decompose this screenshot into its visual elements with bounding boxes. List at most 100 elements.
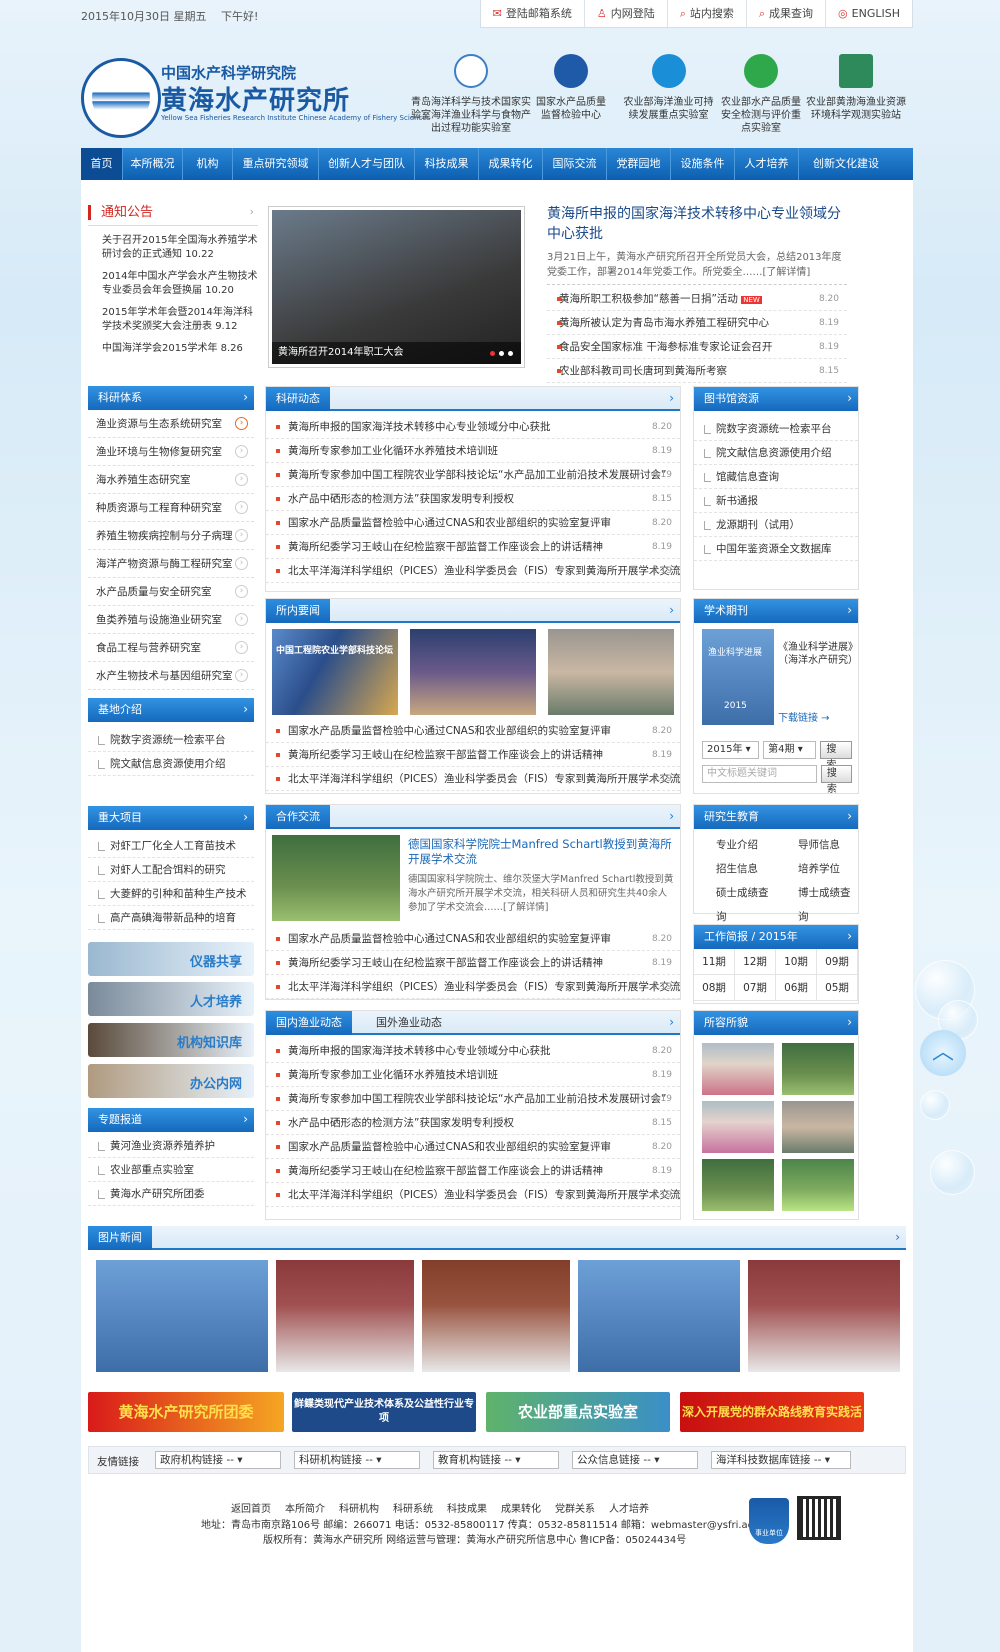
back-to-top-button[interactable]: ︿ <box>920 1030 966 1076</box>
lab-link-5[interactable]: 农业部黄渤海渔业资源环境科学观测实验站 <box>806 54 906 122</box>
chevron-right-icon[interactable]: › <box>847 929 852 943</box>
lab-link-3[interactable]: 农业部海洋渔业可持续发展重点实验室 <box>621 54 716 122</box>
footer-link[interactable]: 本所简介 <box>285 1500 325 1515</box>
journal-name[interactable]: 《渔业科学进展》（海洋水产研究） <box>778 641 858 667</box>
chevron-right-icon[interactable]: › <box>243 702 248 716</box>
news-photo[interactable] <box>96 1260 268 1372</box>
research-item[interactable]: 养殖生物疾病控制与分子病理 › <box>88 522 254 550</box>
campus-photo[interactable] <box>702 1101 774 1153</box>
year-select[interactable]: 2015年 ▾ <box>702 741 760 759</box>
research-item[interactable]: 海洋产物资源与酶工程研究室 › <box>88 550 254 578</box>
news-photo[interactable] <box>422 1260 570 1372</box>
read-more-link[interactable]: [了解详情] <box>762 267 810 278</box>
industry-system-banner[interactable]: 鲜鲽类现代产业技术体系及公益性行业专项 <box>292 1392 476 1432</box>
research-item[interactable]: 食品工程与营养研究室 › <box>88 634 254 662</box>
list-item[interactable]: 新书通报 <box>694 489 858 513</box>
list-item[interactable]: 黄海所申报的国家海洋技术转移中心专业领域分中心获批 8.20 <box>266 1039 680 1063</box>
list-item[interactable]: 黄海所专家参加工业化循环水养殖技术培训班 8.19 <box>266 1063 680 1087</box>
key-lab-banner[interactable]: 农业部重点实验室 <box>486 1392 670 1432</box>
grad-link[interactable]: 培养学位 <box>776 857 858 881</box>
campus-photo[interactable] <box>702 1043 774 1095</box>
chevron-right-icon[interactable]: › <box>243 810 248 824</box>
footer-link[interactable]: 科技成果 <box>447 1500 487 1515</box>
nav-culture[interactable]: 创新文化建设 <box>799 148 893 180</box>
notice-item[interactable]: 2014年中国水产学会水产生物技术专业委员会年会暨换届 10.20 <box>88 262 258 298</box>
notice-item[interactable]: 2015年学术年会暨2014年海洋科学技术奖颁奖大会注册表 9.12 <box>88 298 258 334</box>
english-link[interactable]: ◎ ENGLISH <box>825 0 912 27</box>
footer-link[interactable]: 人才培养 <box>609 1500 649 1515</box>
email-login-link[interactable]: ✉ 登陆邮箱系统 <box>481 0 584 27</box>
slide-dots[interactable] <box>490 351 513 356</box>
list-item[interactable]: 黄海所申报的国家海洋技术转移中心专业领域分中心获批 8.20 <box>266 415 680 439</box>
grad-link[interactable]: 博士成绩查询 <box>776 881 858 923</box>
issue-link[interactable]: 05期 <box>817 975 858 1001</box>
nav-research-areas[interactable]: 重点研究领域 <box>233 148 319 180</box>
nav-about[interactable]: 本所概况 <box>123 148 183 180</box>
keyword-input[interactable]: 中文标题关键词 <box>702 765 817 783</box>
coop-headline[interactable]: 德国国家科学院院士Manfred Schartl教授到黄海所开展学术交流 <box>408 837 674 867</box>
news-photo[interactable] <box>748 1260 900 1372</box>
list-item[interactable]: 院数字资源统一检索平台 <box>694 417 858 441</box>
list-item[interactable]: 水产品中硒形态的检测方法”获国家发明专利授权 8.15 <box>266 487 680 511</box>
issue-link[interactable]: 12期 <box>735 949 776 975</box>
chevron-right-icon[interactable]: › <box>847 391 852 405</box>
chevron-right-icon[interactable]: › <box>243 1112 248 1126</box>
journal-cover[interactable]: 渔业科学进展 2015 <box>702 629 774 725</box>
campus-photo[interactable] <box>702 1159 774 1211</box>
list-item[interactable]: 农业部科教司司长唐珂到黄海所考察 8.15 <box>547 359 847 383</box>
achievement-query-link[interactable]: ⌕ 成果查询 <box>745 0 825 27</box>
list-item[interactable]: 北太平洋海洋科学组织（PICES）渔业科学委员会（FIS）专家到黄海所开展学术交… <box>266 975 680 999</box>
list-item[interactable]: 国家水产品质量监督检验中心通过CNAS和农业部组织的实验室复评审 8.20 <box>266 719 680 743</box>
list-item[interactable]: 黄海所专家参加中国工程院农业学部科技论坛“水产品加工业前沿技术发展研讨会” 8.1… <box>266 1087 680 1111</box>
search-button[interactable]: 搜索 <box>820 765 852 795</box>
research-item[interactable]: 种质资源与工程育种研究室 › <box>88 494 254 522</box>
list-item[interactable]: 对虾人工配合饵料的研究 <box>88 858 254 882</box>
instrument-share-button[interactable]: 仪器共享 <box>88 942 254 976</box>
nav-transfer[interactable]: 成果转化 <box>479 148 543 180</box>
list-item[interactable]: 黄海所专家参加工业化循环水养殖技术培训班 8.19 <box>266 439 680 463</box>
nav-facilities[interactable]: 设施条件 <box>671 148 735 180</box>
ocean-db-links-select[interactable]: 海洋科技数据库链接 -- ▾ <box>711 1451 851 1469</box>
research-item[interactable]: 渔业资源与生态系统研究室 › <box>88 410 254 438</box>
campus-photo[interactable] <box>782 1101 854 1153</box>
footer-link[interactable]: 党群关系 <box>555 1500 595 1515</box>
list-item[interactable]: 黄海所纪委学习王岐山在纪检监察干部监督工作座谈会上的讲话精神 8.19 <box>266 1159 680 1183</box>
list-item[interactable]: 水产品中硒形态的检测方法”获国家发明专利授权 8.15 <box>266 1111 680 1135</box>
issue-select[interactable]: 第4期 ▾ <box>763 741 817 759</box>
research-item[interactable]: 海水养殖生态研究室 › <box>88 466 254 494</box>
lab-link-2[interactable]: 国家水产品质量监督检验中心 <box>536 54 606 122</box>
chevron-right-icon[interactable]: › <box>669 809 674 823</box>
office-intranet-button[interactable]: 办公内网 <box>88 1064 254 1098</box>
list-item[interactable]: 北太平洋海洋科学组织（PICES）渔业科学委员会（FIS）专家到黄海所开展学术交… <box>266 1183 680 1207</box>
list-item[interactable]: 黄河渔业资源养殖养护 <box>88 1134 254 1158</box>
nav-home[interactable]: 首页 <box>81 148 123 180</box>
grad-link[interactable]: 专业介绍 <box>694 833 776 857</box>
list-item[interactable]: 国家水产品质量监督检验中心通过CNAS和农业部组织的实验室复评审 8.20 <box>266 511 680 535</box>
issue-link[interactable]: 11期 <box>694 949 735 975</box>
campus-photo[interactable] <box>782 1159 854 1211</box>
list-item[interactable]: 国家水产品质量监督检验中心通过CNAS和农业部组织的实验室复评审 8.20 <box>266 1135 680 1159</box>
list-item[interactable]: 黄海所被认定为青岛市海水养殖工程研究中心 8.19 <box>547 311 847 335</box>
list-item[interactable]: 馆藏信息查询 <box>694 465 858 489</box>
research-item[interactable]: 鱼类养殖与设施渔业研究室 › <box>88 606 254 634</box>
grad-link[interactable]: 招生信息 <box>694 857 776 881</box>
site-search-link[interactable]: ⌕ 站内搜索 <box>666 0 746 27</box>
chevron-right-icon[interactable]: › <box>669 603 674 617</box>
party-campaign-banner[interactable]: 深入开展党的群众路线教育实践活动 <box>680 1392 864 1432</box>
list-item[interactable]: 黄海所纪委学习王岐山在纪检监察干部监督工作座谈会上的讲话精神 8.19 <box>266 951 680 975</box>
campus-photo[interactable] <box>782 1043 854 1095</box>
gov-links-select[interactable]: 政府机构链接 -- ▾ <box>155 1451 281 1469</box>
list-item[interactable]: 北太平洋海洋科学组织（PICES）渔业科学委员会（FIS）专家到黄海所开展学术交… <box>266 767 680 791</box>
edu-links-select[interactable]: 教育机构链接 -- ▾ <box>433 1451 559 1469</box>
issue-link[interactable]: 10期 <box>776 949 817 975</box>
list-item[interactable]: 高产高碘海带新品种的培育 <box>88 906 254 930</box>
list-item[interactable]: 农业部重点实验室 <box>88 1158 254 1182</box>
list-item[interactable]: 黄海所职工积极参加“慈善一日捐”活动 NEW 8.20 <box>547 287 847 311</box>
nav-talent-team[interactable]: 创新人才与团队 <box>319 148 415 180</box>
issue-link[interactable]: 06期 <box>776 975 817 1001</box>
coop-photo[interactable] <box>272 835 400 921</box>
research-item[interactable]: 水产生物技术与基因组研究室 › <box>88 662 254 690</box>
list-item[interactable]: 中国年鉴资源全文数据库 <box>694 537 858 561</box>
list-item[interactable]: 黄海所专家参加中国工程院农业学部科技论坛“水产品加工业前沿技术发展研讨会” 8.1… <box>266 463 680 487</box>
news-photo[interactable] <box>410 629 536 715</box>
